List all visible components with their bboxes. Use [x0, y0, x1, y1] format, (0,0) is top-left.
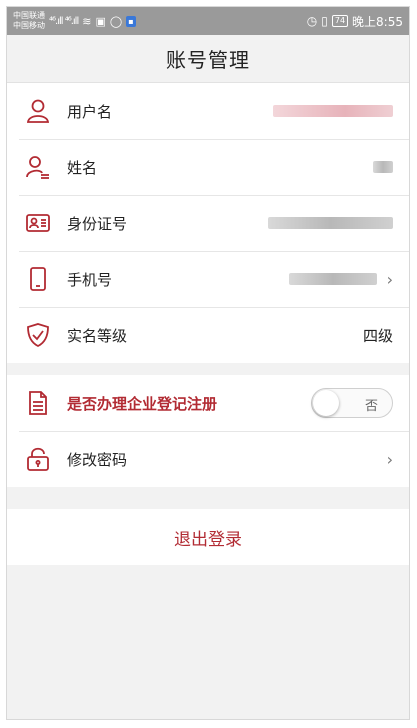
- phone-label: 手机号: [67, 270, 113, 289]
- user-icon: [23, 96, 53, 126]
- search-app-icon: ◯: [109, 14, 123, 28]
- id-card-icon: [23, 208, 53, 238]
- chevron-right-icon: ›: [386, 449, 393, 469]
- wifi-icon: ≋: [82, 14, 92, 28]
- verification-level-value: 四级: [362, 326, 393, 345]
- id-number-row: 身份证号: [7, 195, 409, 251]
- business-registration-label: 是否办理企业登记注册: [67, 394, 218, 413]
- username-row: 用户名: [7, 83, 409, 139]
- name-label: 姓名: [67, 158, 98, 177]
- id-number-value-redacted: [268, 217, 393, 229]
- verification-level-row: 实名等级 四级: [7, 307, 409, 363]
- section-divider: [7, 363, 409, 375]
- name-value-redacted: [373, 161, 393, 173]
- title-bar: 账号管理: [7, 35, 409, 83]
- phone-value-redacted: [288, 273, 377, 285]
- time-text: 晚上8:55: [352, 14, 403, 29]
- app-frame: 中国联通 中国移动 ⁴⁶.ıll ⁴⁶.ıll ≋ ▣ ◯ ▪ ◷ ▯ 74 晚…: [6, 6, 410, 720]
- username-label: 用户名: [67, 102, 113, 121]
- username-value-redacted: [273, 105, 393, 117]
- notification-icon: ▣: [95, 14, 106, 28]
- vibrate-icon: ▯: [321, 14, 328, 28]
- name-card-user-icon: [23, 152, 53, 182]
- settings-group: 是否办理企业登记注册 否 修改密码 ›: [7, 375, 409, 487]
- toggle-state-text: 否: [364, 399, 378, 414]
- change-password-label: 修改密码: [67, 450, 128, 469]
- shield-check-icon: [23, 320, 53, 350]
- name-row: 姓名: [7, 139, 409, 195]
- status-bar: 中国联通 中国移动 ⁴⁶.ıll ⁴⁶.ıll ≋ ▣ ◯ ▪ ◷ ▯ 74 晚…: [7, 7, 409, 35]
- change-password-row[interactable]: 修改密码 ›: [7, 431, 409, 487]
- alarm-icon: ◷: [306, 14, 318, 28]
- logout-section: 退出登录: [7, 509, 409, 565]
- account-info-group: 用户名 姓名 身份证号 手机号 › 实名等级 四级: [7, 83, 409, 363]
- signal-icon: ⁴⁶.ıll ⁴⁶.ıll: [49, 15, 79, 27]
- document-icon: [23, 388, 53, 418]
- carrier-1: 中国联通: [13, 11, 45, 20]
- carrier-names: 中国联通 中国移动: [13, 11, 45, 31]
- page-title: 账号管理: [166, 48, 250, 72]
- carrier-2: 中国移动: [13, 21, 45, 30]
- id-number-label: 身份证号: [67, 214, 128, 233]
- app-badge-icon: ▪: [126, 15, 136, 27]
- phone-icon: [23, 264, 53, 294]
- phone-row[interactable]: 手机号 ›: [7, 251, 409, 307]
- logout-button[interactable]: 退出登录: [7, 509, 409, 565]
- business-registration-row: 是否办理企业登记注册 否: [7, 375, 409, 431]
- toggle-knob: [313, 390, 339, 416]
- battery-icon: 74: [331, 15, 349, 27]
- verification-level-label: 实名等级: [67, 326, 128, 345]
- business-registration-toggle[interactable]: 否: [311, 388, 393, 418]
- lock-icon: [23, 444, 53, 474]
- chevron-right-icon: ›: [386, 269, 393, 289]
